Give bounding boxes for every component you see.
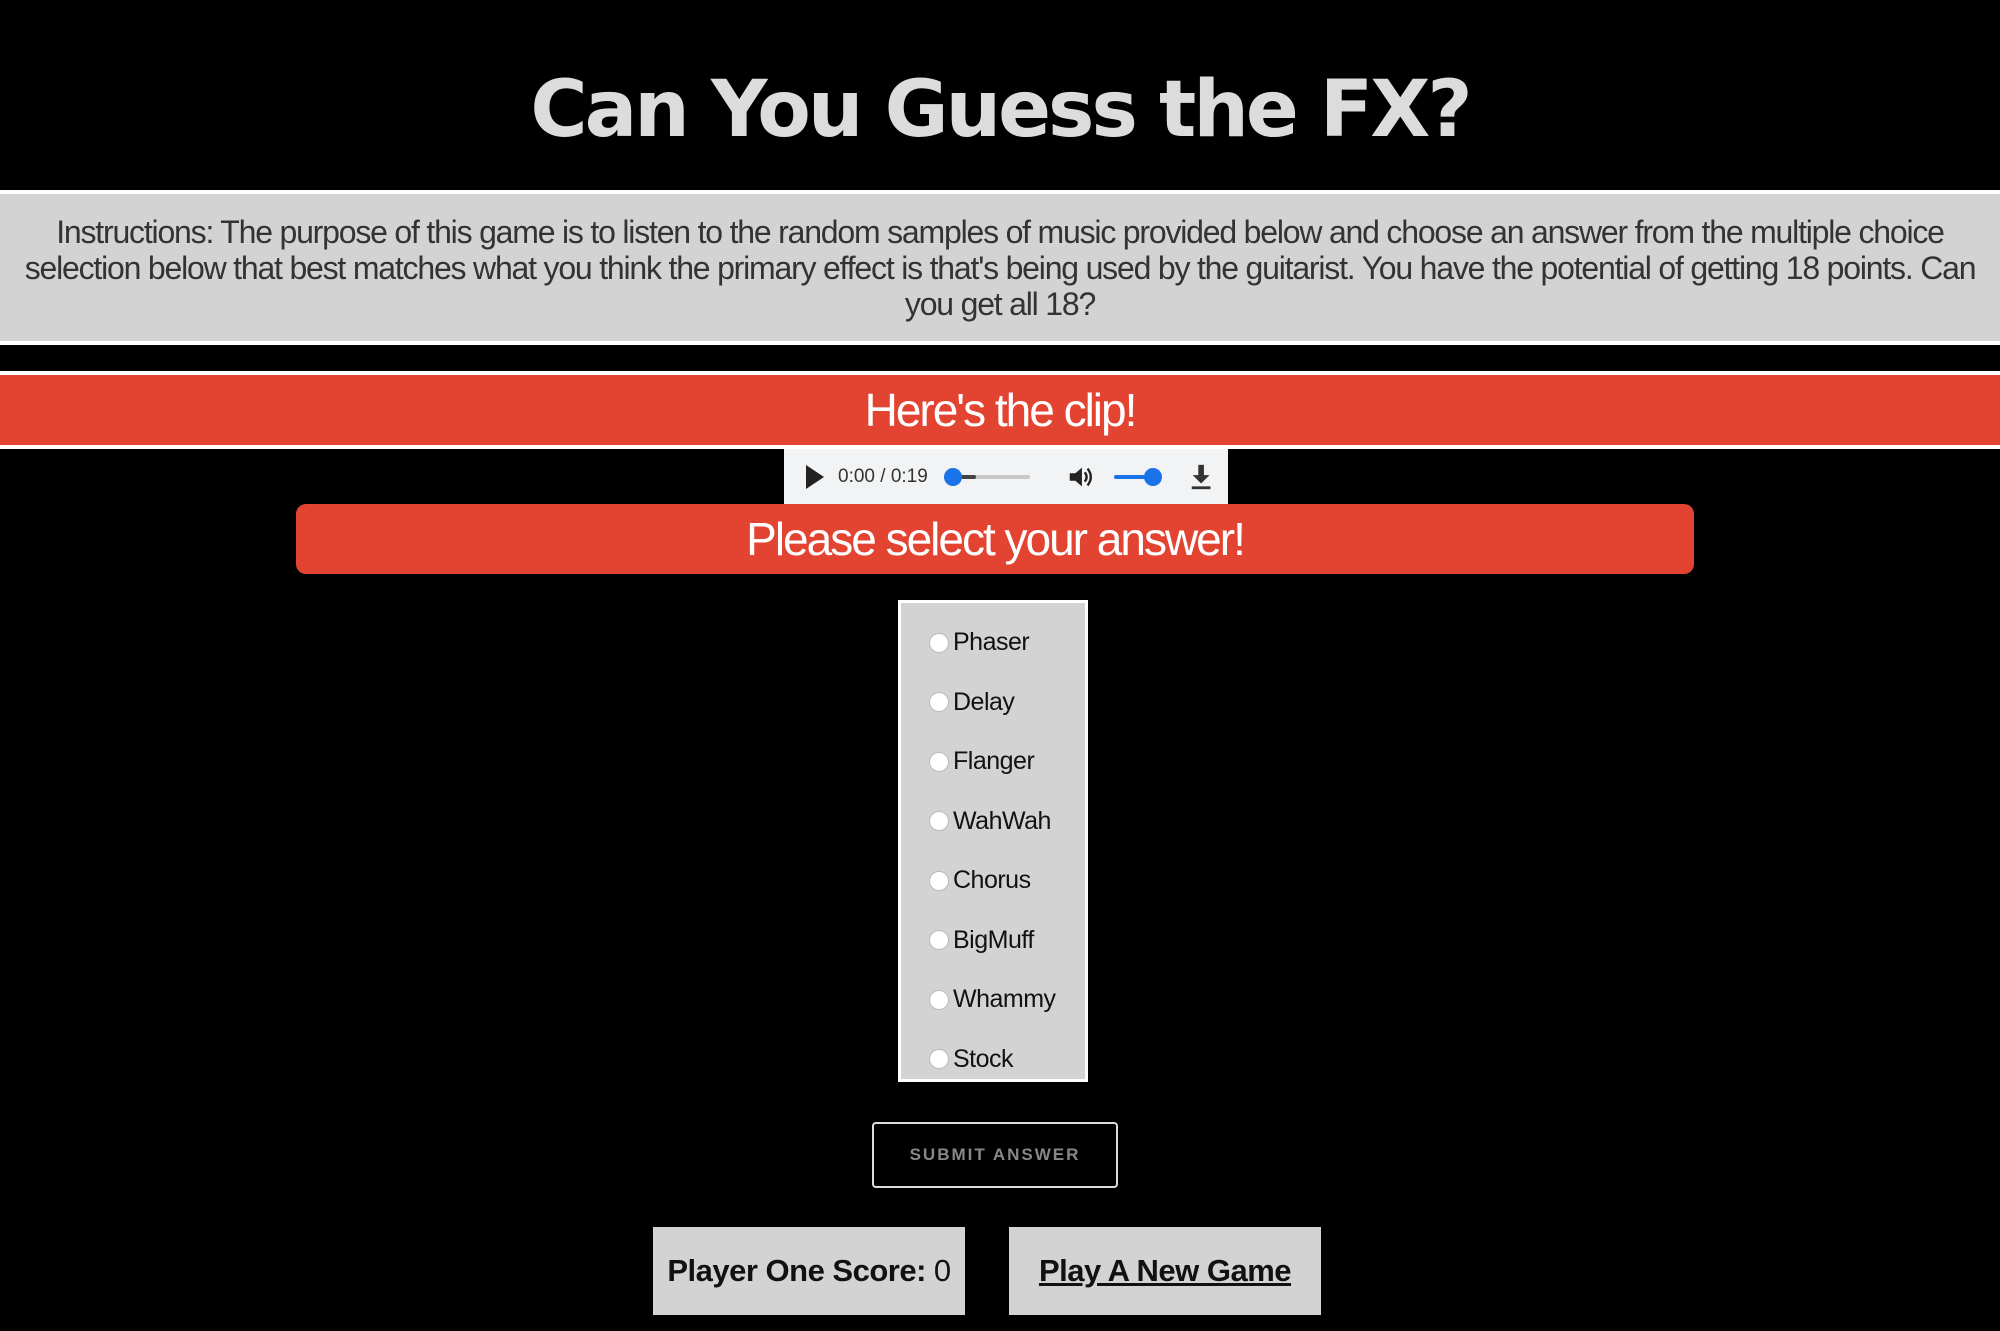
choice-whammy[interactable]: Whammy: [929, 970, 1085, 1030]
volume-slider[interactable]: [1114, 467, 1162, 486]
submit-answer-button[interactable]: SUBMIT ANSWER: [872, 1122, 1118, 1188]
choice-delay[interactable]: Delay: [929, 673, 1085, 733]
radio-button[interactable]: [929, 811, 949, 832]
page-title: Can You Guess the FX?: [530, 65, 1472, 155]
choice-label[interactable]: Whammy: [953, 985, 1056, 1014]
choice-flanger[interactable]: Flanger: [929, 732, 1085, 792]
choice-label[interactable]: Phaser: [953, 628, 1030, 657]
radio-button[interactable]: [929, 930, 949, 951]
audio-progress-thumb[interactable]: [943, 467, 962, 486]
volume-icon[interactable]: [1066, 462, 1094, 492]
audio-progress-slider[interactable]: [943, 467, 1031, 486]
choice-label[interactable]: BigMuff: [953, 926, 1034, 955]
score-label: Player One Score:: [667, 1253, 926, 1288]
radio-button[interactable]: [929, 692, 949, 713]
choice-label[interactable]: Flanger: [953, 747, 1035, 776]
radio-button[interactable]: [929, 632, 949, 653]
radio-button[interactable]: [929, 751, 949, 772]
answer-choices: Phaser Delay Flanger WahWah Chorus BigMu…: [898, 600, 1088, 1082]
new-game-button[interactable]: Play A New Game: [1009, 1227, 1321, 1315]
audio-player[interactable]: 0:00 / 0:19: [784, 449, 1228, 504]
instructions-panel: Instructions: The purpose of this game i…: [0, 190, 2000, 345]
download-icon[interactable]: [1188, 462, 1214, 492]
clip-heading: Here's the clip!: [0, 371, 2000, 449]
choice-phaser[interactable]: Phaser: [929, 613, 1085, 673]
answer-heading: Please select your answer!: [296, 504, 1694, 574]
audio-time: 0:00 / 0:19: [838, 465, 928, 487]
choice-label[interactable]: WahWah: [953, 807, 1051, 836]
player-score: Player One Score: 0: [653, 1227, 965, 1315]
choice-label[interactable]: Chorus: [953, 866, 1031, 895]
instructions-text: Instructions: The purpose of this game i…: [24, 213, 1977, 322]
choice-stock[interactable]: Stock: [929, 1030, 1085, 1090]
radio-button[interactable]: [929, 989, 949, 1010]
score-value: 0: [933, 1253, 951, 1288]
volume-thumb[interactable]: [1143, 467, 1162, 486]
radio-button[interactable]: [929, 870, 949, 891]
choice-label[interactable]: Delay: [953, 688, 1015, 717]
play-icon[interactable]: [806, 464, 824, 489]
radio-button[interactable]: [929, 1049, 949, 1070]
choice-wahwah[interactable]: WahWah: [929, 792, 1085, 852]
choice-bigmuff[interactable]: BigMuff: [929, 911, 1085, 971]
choice-label[interactable]: Stock: [953, 1045, 1014, 1074]
choice-chorus[interactable]: Chorus: [929, 851, 1085, 911]
